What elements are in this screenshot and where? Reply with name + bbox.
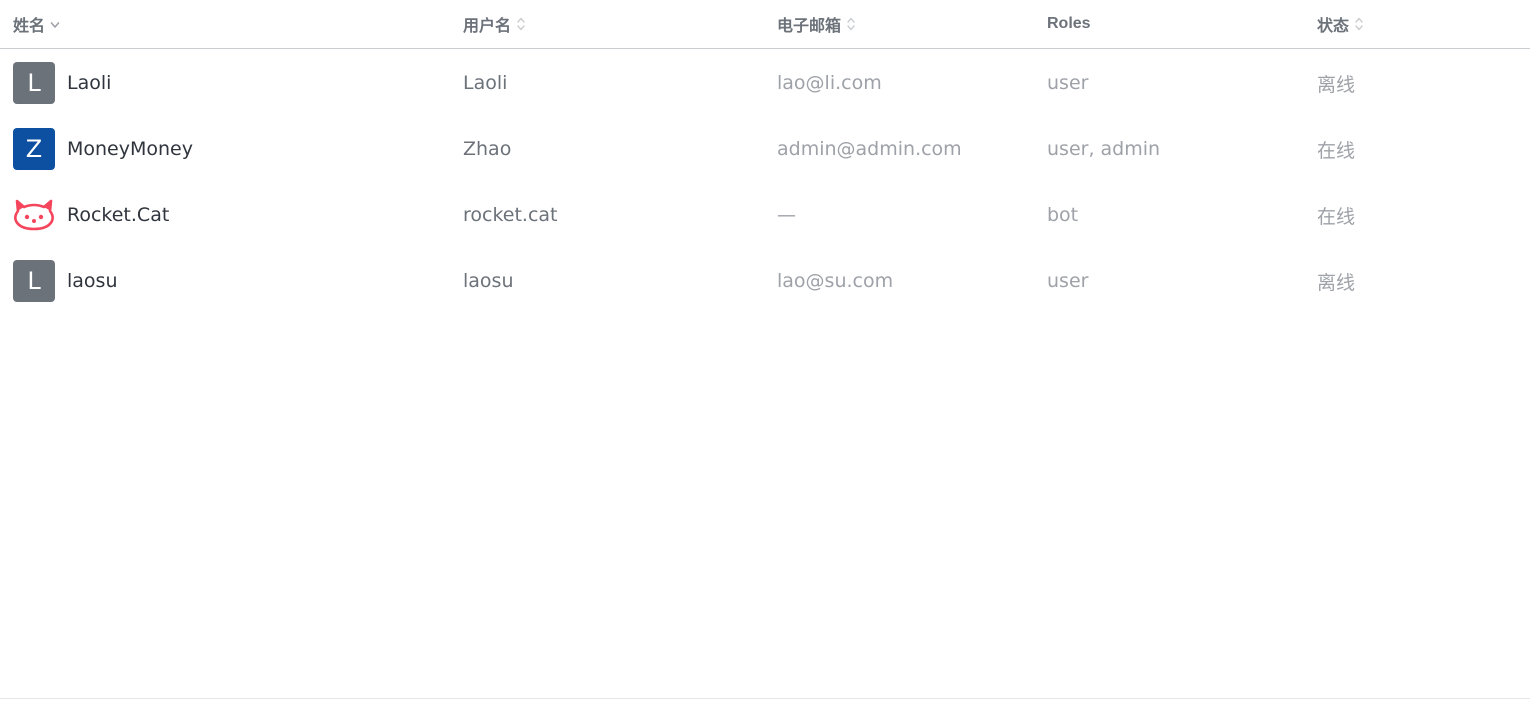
roles: user xyxy=(1047,72,1089,94)
user-name: Laoli xyxy=(67,72,112,94)
column-header-status[interactable]: 状态 xyxy=(1317,0,1365,48)
user-name: MoneyMoney xyxy=(67,138,193,160)
email: admin@admin.com xyxy=(777,138,962,160)
sort-desc-icon xyxy=(49,16,61,32)
status: 在线 xyxy=(1317,205,1356,228)
roles: user, admin xyxy=(1047,138,1161,160)
column-header-roles: Roles xyxy=(1047,0,1091,48)
user-name-cell: L Laoli xyxy=(13,50,111,116)
status: 离线 xyxy=(1317,73,1356,96)
rocket-cat-icon xyxy=(13,194,55,236)
email: lao@su.com xyxy=(777,270,894,292)
status: 在线 xyxy=(1317,139,1356,162)
sort-icon xyxy=(1353,15,1365,33)
roles: bot xyxy=(1047,204,1079,226)
username: Laoli xyxy=(463,72,508,94)
avatar: Z xyxy=(13,128,55,170)
column-header-label: 姓名 xyxy=(13,16,46,35)
username: rocket.cat xyxy=(463,204,558,226)
email: — xyxy=(777,204,796,226)
status: 离线 xyxy=(1317,271,1356,294)
username: Zhao xyxy=(463,138,512,160)
table-row[interactable]: L laosu laosu lao@su.com user 离线 xyxy=(0,248,1530,314)
user-name-cell: L laosu xyxy=(13,248,118,314)
sort-icon xyxy=(845,15,857,33)
avatar: L xyxy=(13,260,55,302)
user-name: laosu xyxy=(67,270,118,292)
user-name-cell: Z MoneyMoney xyxy=(13,116,193,182)
users-table: 姓名 用户名 电子邮箱 Roles 状态 L Laoli Laoli lao@l… xyxy=(0,0,1530,699)
avatar: L xyxy=(13,62,55,104)
column-header-label: 用户名 xyxy=(463,16,512,35)
column-header-label: Roles xyxy=(1047,15,1091,32)
table-row[interactable]: Z MoneyMoney Zhao admin@admin.com user, … xyxy=(0,116,1530,182)
column-header-label: 状态 xyxy=(1317,16,1350,35)
roles: user xyxy=(1047,270,1089,292)
username: laosu xyxy=(463,270,514,292)
email: lao@li.com xyxy=(777,72,882,94)
user-name: Rocket.Cat xyxy=(67,204,170,226)
table-header: 姓名 用户名 电子邮箱 Roles 状态 xyxy=(0,0,1530,49)
column-header-email[interactable]: 电子邮箱 xyxy=(777,0,857,48)
column-header-label: 电子邮箱 xyxy=(777,16,842,35)
table-row[interactable]: Rocket.Cat rocket.cat — bot 在线 xyxy=(0,182,1530,248)
user-name-cell: Rocket.Cat xyxy=(13,182,169,248)
column-header-username[interactable]: 用户名 xyxy=(463,0,527,48)
table-row[interactable]: L Laoli Laoli lao@li.com user 离线 xyxy=(0,50,1530,116)
sort-icon xyxy=(515,15,527,33)
column-header-name[interactable]: 姓名 xyxy=(13,0,61,48)
